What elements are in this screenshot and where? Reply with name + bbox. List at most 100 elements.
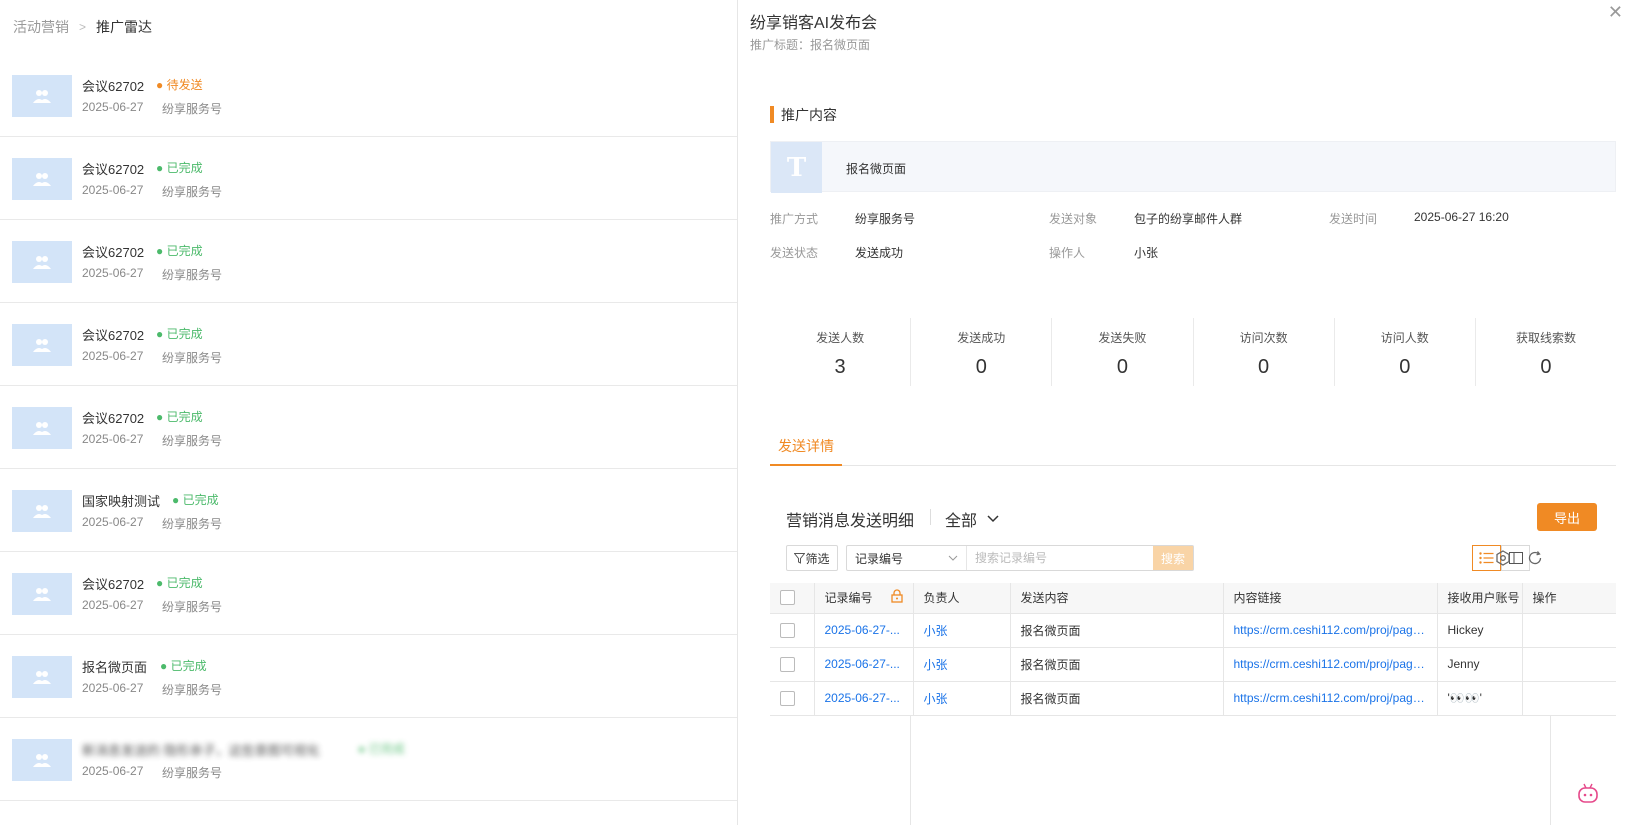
column-header-link[interactable]: 内容链接	[1223, 583, 1438, 614]
info-value-status: 发送成功	[855, 246, 904, 260]
row-checkbox[interactable]	[780, 622, 795, 638]
filter-label: 筛选	[805, 551, 830, 566]
list-item-date: 2025-06-27	[82, 432, 144, 446]
tab-send-details[interactable]: 发送详情	[770, 436, 842, 466]
settings-icon[interactable]	[1494, 549, 1512, 567]
list-item-channel: 纷享服务号	[162, 683, 223, 697]
list-item-title: 会议62702	[82, 328, 145, 343]
refresh-icon[interactable]	[1526, 549, 1544, 567]
row-checkbox-cell	[770, 613, 815, 648]
detail-panel: 纷享销客AI发布会 推广标题：报名微页面 ✕ 推广内容 T 报名微页面 推广方式…	[738, 0, 1625, 825]
actions-cell	[1522, 647, 1616, 682]
chevron-down-icon	[987, 515, 999, 523]
list-item[interactable]: 会议62702 ● 已完成 2025-06-27 纷享服务号	[0, 220, 737, 303]
list-item-title: 会议62702	[82, 79, 145, 94]
content-name: 报名微页面	[846, 162, 907, 176]
list-item[interactable]: 新消息发送的 隐形亲子，这些意图可视化 ● 已完成 2025-06-27 纷享服…	[0, 718, 737, 801]
chevron-right-icon: >	[79, 20, 87, 34]
column-header-actions: 操作	[1522, 583, 1616, 614]
robot-assistant-icon[interactable]	[1575, 781, 1601, 807]
record-id-link[interactable]: 2025-06-27-...	[814, 647, 914, 682]
tab-divider	[770, 465, 1616, 466]
list-item[interactable]: 国家映射测试 ● 已完成 2025-06-27 纷享服务号	[0, 469, 737, 552]
content-card[interactable]: T 报名微页面	[770, 141, 1616, 193]
table-title: 营销消息发送明细	[786, 513, 915, 530]
list-item-title: 报名微页面	[82, 660, 148, 675]
search-input[interactable]	[967, 546, 1153, 570]
list-item-channel: 纷享服务号	[162, 517, 223, 531]
content-cell: 报名微页面	[1010, 613, 1224, 648]
column-header-account[interactable]: 接收用户账号	[1437, 583, 1523, 614]
group-icon	[12, 75, 72, 117]
search-button[interactable]: 搜索	[1153, 546, 1193, 570]
fixed-column-divider	[910, 715, 911, 825]
stat-success: 发送成功 0	[911, 318, 1053, 386]
column-header-id[interactable]: 记录编号	[814, 583, 914, 614]
group-icon	[12, 241, 72, 283]
list-icon	[1479, 552, 1494, 564]
select-all-checkbox[interactable]	[780, 590, 795, 606]
record-id-link[interactable]: 2025-06-27-...	[814, 681, 914, 716]
info-value-time: 2025-06-27 16:20	[1414, 210, 1509, 224]
list-item-channel: 纷享服务号	[162, 434, 223, 448]
group-icon	[12, 656, 72, 698]
breadcrumb-current: 推广雷达	[96, 19, 153, 35]
info-value-method: 纷享服务号	[855, 212, 916, 226]
section-title-label: 推广内容	[781, 106, 837, 123]
list-item[interactable]: 会议62702 ● 已完成 2025-06-27 纷享服务号	[0, 303, 737, 386]
list-item[interactable]: 会议62702 ● 待发送 2025-06-27 纷享服务号	[0, 54, 737, 137]
stat-visitors: 访问人数 0	[1335, 318, 1476, 386]
section-accent-bar	[770, 106, 774, 123]
list-item-channel: 纷享服务号	[162, 268, 223, 282]
list-item-date: 2025-06-27	[82, 349, 144, 363]
close-icon[interactable]: ✕	[1608, 2, 1623, 23]
column-header-content[interactable]: 发送内容	[1010, 583, 1224, 614]
list-item[interactable]: 报名微页面 ● 已完成 2025-06-27 纷享服务号	[0, 635, 737, 718]
info-label-target: 发送对象	[1049, 212, 1098, 226]
stats-bar: 发送人数 3 发送成功 0 发送失败 0 访问次数 0 访问人数 0 获取线索数 0	[770, 318, 1616, 386]
status-badge: ● 已完成	[172, 493, 219, 507]
search-group: 记录编号 搜索	[846, 545, 1194, 571]
content-link[interactable]: https://crm.ceshi112.com/proj/page/...	[1223, 681, 1438, 716]
export-button[interactable]: 导出	[1537, 503, 1597, 531]
list-item-title: 新消息发送的 隐形亲子，这些意图可视化	[82, 743, 320, 758]
panel-title: 纷享销客AI发布会	[750, 15, 878, 32]
status-badge: ● 已完成	[156, 410, 203, 424]
list-item[interactable]: 会议62702 ● 已完成 2025-06-27 纷享服务号	[0, 137, 737, 220]
owner-link[interactable]: 小张	[913, 613, 1011, 648]
info-label-method: 推广方式	[770, 212, 819, 226]
row-checkbox[interactable]	[780, 656, 795, 672]
status-badge: ● 已完成	[156, 576, 203, 590]
owner-link[interactable]: 小张	[913, 647, 1011, 682]
stat-visits: 访问次数 0	[1194, 318, 1335, 386]
group-icon	[12, 158, 72, 200]
lock-icon	[890, 589, 903, 603]
search-field-select[interactable]: 记录编号	[847, 546, 967, 570]
status-badge: ● 已完成	[156, 244, 203, 258]
send-detail-table: 记录编号 负责人 发送内容 内容链接 接收用户账号 操作 2025-06-27-…	[770, 583, 1616, 716]
row-checkbox[interactable]	[780, 690, 795, 706]
stat-sent: 发送人数 3	[770, 318, 912, 386]
list-item-channel: 纷享服务号	[162, 600, 223, 614]
record-id-link[interactable]: 2025-06-27-...	[814, 613, 914, 648]
promotion-list: 会议62702 ● 待发送 2025-06-27 纷享服务号 会议62702 ●…	[0, 54, 737, 801]
column-header-owner[interactable]: 负责人	[913, 583, 1011, 614]
stat-failed: 发送失败 0	[1052, 318, 1194, 386]
breadcrumb-parent[interactable]: 活动营销	[13, 17, 69, 37]
filter-button[interactable]: 筛选	[786, 545, 838, 571]
group-icon	[12, 739, 72, 781]
content-link[interactable]: https://crm.ceshi112.com/proj/page/...	[1223, 613, 1438, 648]
content-link[interactable]: https://crm.ceshi112.com/proj/page/...	[1223, 647, 1438, 682]
list-item-channel: 纷享服务号	[162, 766, 223, 780]
info-value-target: 包子的纷享邮件人群	[1134, 212, 1243, 226]
list-item-channel: 纷享服务号	[162, 351, 223, 365]
list-item[interactable]: 会议62702 ● 已完成 2025-06-27 纷享服务号	[0, 552, 737, 635]
scope-dropdown[interactable]: 全部	[945, 507, 999, 531]
owner-link[interactable]: 小张	[913, 681, 1011, 716]
content-cell: 报名微页面	[1010, 681, 1224, 716]
list-item-date: 2025-06-27	[82, 266, 144, 280]
list-item[interactable]: 会议62702 ● 已完成 2025-06-27 纷享服务号	[0, 386, 737, 469]
list-item-date: 2025-06-27	[82, 598, 144, 612]
status-badge: ● 已完成	[156, 327, 203, 341]
header-checkbox-cell	[770, 583, 815, 614]
